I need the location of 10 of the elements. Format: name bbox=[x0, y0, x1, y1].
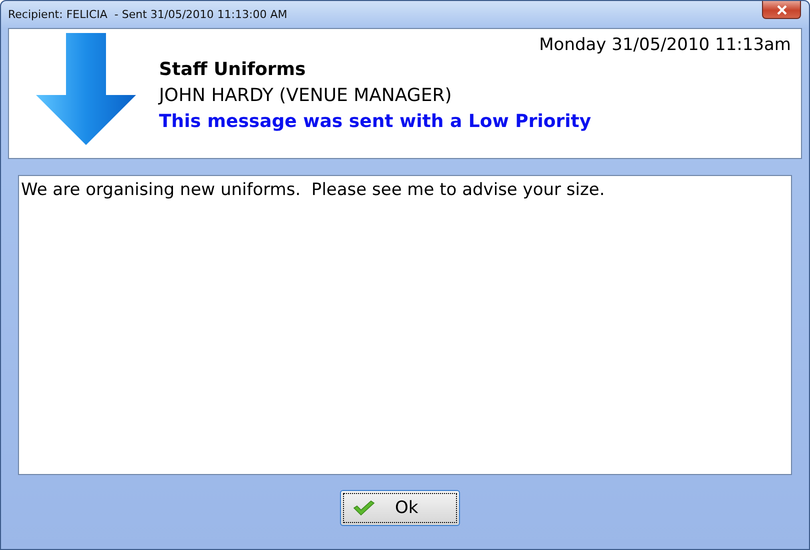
sender-name: JOHN HARDY (VENUE MANAGER) bbox=[159, 85, 453, 106]
priority-note: This message was sent with a Low Priority bbox=[159, 111, 592, 132]
timestamp: Monday 31/05/2010 11:13am bbox=[539, 35, 791, 55]
close-icon bbox=[776, 4, 788, 14]
checkmark-icon bbox=[353, 500, 375, 516]
message-subject: Staff Uniforms bbox=[159, 59, 307, 80]
close-button[interactable] bbox=[762, 1, 801, 19]
window-title: Recipient: FELICIA - Sent 31/05/2010 11:13:00 AM bbox=[8, 8, 288, 21]
message-body: We are organising new uniforms. Please see me to advise your size. bbox=[18, 175, 792, 475]
ok-button[interactable]: Ok bbox=[340, 490, 460, 526]
